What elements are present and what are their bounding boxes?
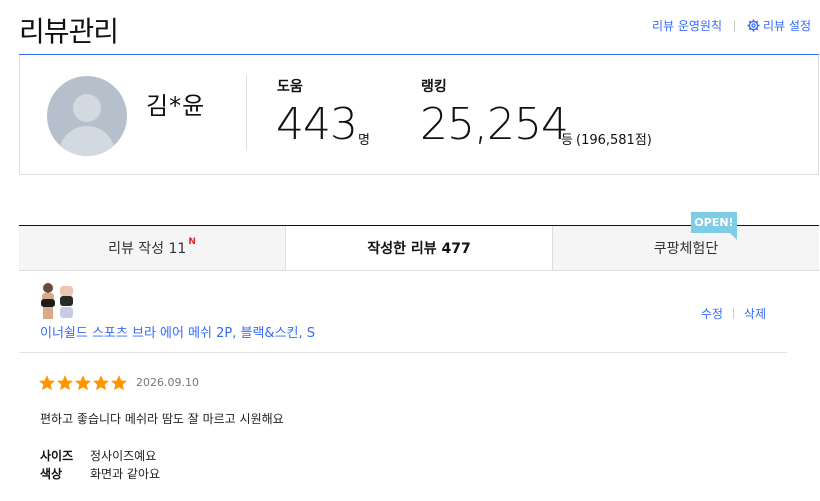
attribute-value: 화면과 같아요 [90,467,161,481]
review-policy-link[interactable]: 리뷰 운영원칙 [652,17,722,34]
tab-write-review-label: 리뷰 작성 11 [108,241,187,257]
attribute-row: 색상 화면과 같아요 [40,465,160,482]
tab-written-reviews[interactable]: 작성한 리뷰 477 [286,226,553,270]
edit-button[interactable]: 수정 [701,305,723,322]
profile-divider [246,75,247,151]
gear-icon [747,19,760,32]
delete-button[interactable]: 삭제 [744,305,766,322]
open-badge: OPEN! [691,212,737,240]
attribute-row: 사이즈 정사이즈예요 [40,447,156,464]
tab-written-reviews-label: 작성한 리뷰 477 [367,241,471,257]
star-icon [74,375,92,391]
review-settings-label: 리뷰 설정 [763,19,811,33]
help-unit: 명 [358,133,370,148]
help-label: 도움 [277,79,303,95]
star-icon [92,375,110,391]
rank-label: 랭킹 [421,79,447,95]
new-badge: N [188,237,196,247]
review-settings-link[interactable]: 리뷰 설정 [747,17,811,34]
avatar [47,76,127,156]
tab-write-review[interactable]: 리뷰 작성 11 N [19,226,286,270]
attribute-key: 사이즈 [40,449,74,463]
rank-unit: 등 [561,133,573,148]
product-name-link[interactable]: 이너쉴드 스포츠 브라 에어 메쉬 2P, 블랙&스킨, S [40,322,315,341]
review-actions: 수정 삭제 [701,305,766,322]
star-rating [38,374,128,392]
review-text: 편하고 좋습니다 메쉬라 땀도 잘 마르고 시원해요 [40,412,284,426]
profile-summary: 김*윤 도움 443 명 랭킹 25,254 등 (196,581점) [19,55,819,175]
attribute-key: 색상 [40,467,63,481]
review-date: 2026.09.10 [136,376,199,389]
avatar-body [59,126,115,156]
action-divider [732,308,734,319]
link-divider [734,19,736,32]
help-count: 443 [276,99,358,150]
page-title: 리뷰관리 [19,15,119,48]
tab-experience-group-label: 쿠팡체험단 [653,241,719,257]
star-icon [38,375,56,391]
tab-experience-group[interactable]: 쿠팡체험단 [553,226,819,270]
attribute-value: 정사이즈예요 [90,449,157,463]
product-thumbnail[interactable] [37,281,77,321]
item-divider [19,352,787,353]
top-links: 리뷰 운영원칙 리뷰 설정 [652,17,811,34]
avatar-head [73,94,101,122]
star-icon [110,375,128,391]
rank-value: 25,254 [420,99,569,150]
star-icon [56,375,74,391]
rank-points: (196,581점) [576,133,652,148]
user-name: 김*윤 [146,92,206,120]
